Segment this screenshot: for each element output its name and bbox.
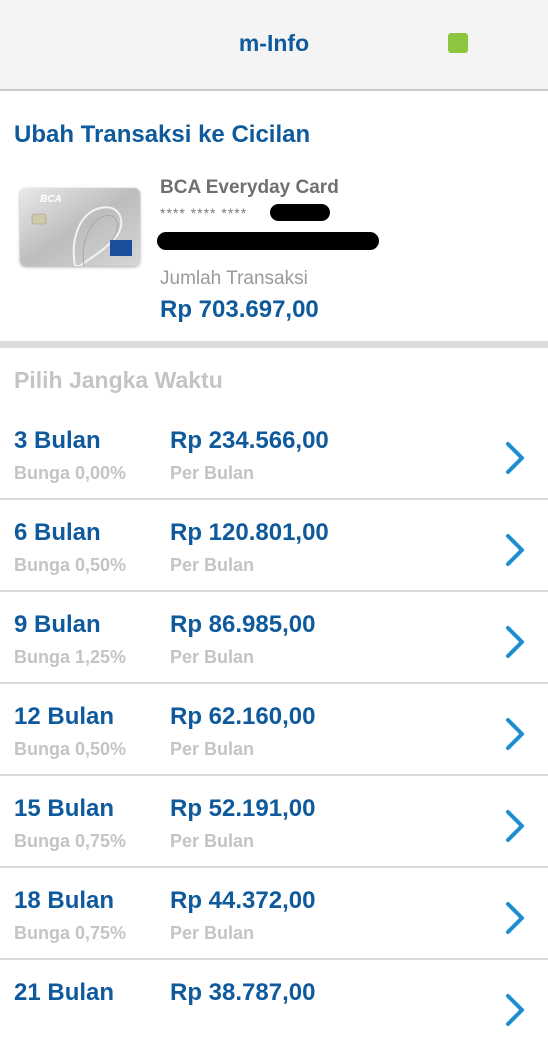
term-label: 6 Bulan — [14, 519, 101, 546]
section-divider — [0, 341, 548, 348]
transaction-amount-value: Rp 703.697,00 — [160, 296, 319, 323]
card-name: BCA Everyday Card — [160, 177, 339, 198]
app-header: m-Info — [0, 0, 548, 91]
interest-rate: Bunga 0,50% — [14, 555, 127, 575]
chevron-right-icon[interactable] — [503, 441, 527, 475]
interest-rate: Bunga 0,00% — [14, 463, 127, 483]
redaction-mark — [157, 232, 379, 250]
monthly-amount: Rp 38.787,00 — [170, 979, 316, 1006]
status-indicator-icon — [448, 33, 468, 53]
interest-rate: Bunga 0,50% — [14, 739, 127, 759]
installment-option-9[interactable]: 9 Bulan Bunga 1,25% Rp 86.985,00 Per Bul… — [0, 592, 548, 684]
installment-option-21[interactable]: 21 Bulan Rp 38.787,00 — [0, 960, 548, 1050]
per-month-label: Per Bulan — [170, 923, 255, 943]
interest-rate: Bunga 0,75% — [14, 923, 127, 943]
installment-option-15[interactable]: 15 Bulan Bunga 0,75% Rp 52.191,00 Per Bu… — [0, 776, 548, 868]
per-month-label: Per Bulan — [170, 647, 255, 667]
per-month-label: Per Bulan — [170, 739, 255, 759]
credit-card-image: BCA — [20, 188, 140, 266]
installment-option-6[interactable]: 6 Bulan Bunga 0,50% Rp 120.801,00 Per Bu… — [0, 500, 548, 592]
chevron-right-icon[interactable] — [503, 717, 527, 751]
term-label: 12 Bulan — [14, 703, 115, 730]
installment-option-12[interactable]: 12 Bulan Bunga 0,50% Rp 62.160,00 Per Bu… — [0, 684, 548, 776]
monthly-amount: Rp 234.566,00 — [170, 427, 329, 454]
installment-list: 3 Bulan Bunga 0,00% Rp 234.566,00 Per Bu… — [0, 408, 548, 1050]
svg-text:BCA: BCA — [40, 194, 62, 205]
monthly-amount: Rp 120.801,00 — [170, 519, 329, 546]
per-month-label: Per Bulan — [170, 555, 255, 575]
card-number: **** **** **** — [160, 205, 248, 221]
term-section-title: Pilih Jangka Waktu — [14, 367, 223, 393]
term-label: 15 Bulan — [14, 795, 115, 822]
monthly-amount: Rp 52.191,00 — [170, 795, 316, 822]
per-month-label: Per Bulan — [170, 463, 255, 483]
monthly-amount: Rp 44.372,00 — [170, 887, 316, 914]
monthly-amount: Rp 62.160,00 — [170, 703, 316, 730]
term-label: 9 Bulan — [14, 611, 101, 638]
term-label: 21 Bulan — [14, 979, 115, 1006]
installment-option-3[interactable]: 3 Bulan Bunga 0,00% Rp 234.566,00 Per Bu… — [0, 408, 548, 500]
interest-rate: Bunga 1,25% — [14, 647, 127, 667]
chevron-right-icon[interactable] — [503, 993, 527, 1027]
interest-rate: Bunga 0,75% — [14, 831, 127, 851]
chevron-right-icon[interactable] — [503, 533, 527, 567]
redaction-mark — [270, 204, 330, 221]
chevron-right-icon[interactable] — [503, 625, 527, 659]
chevron-right-icon[interactable] — [503, 809, 527, 843]
transaction-amount-label: Jumlah Transaksi — [160, 268, 308, 289]
installment-option-18[interactable]: 18 Bulan Bunga 0,75% Rp 44.372,00 Per Bu… — [0, 868, 548, 960]
chevron-right-icon[interactable] — [503, 901, 527, 935]
term-label: 18 Bulan — [14, 887, 115, 914]
page-title: Ubah Transaksi ke Cicilan — [14, 121, 311, 148]
per-month-label: Per Bulan — [170, 831, 255, 851]
monthly-amount: Rp 86.985,00 — [170, 611, 316, 638]
term-label: 3 Bulan — [14, 427, 101, 454]
